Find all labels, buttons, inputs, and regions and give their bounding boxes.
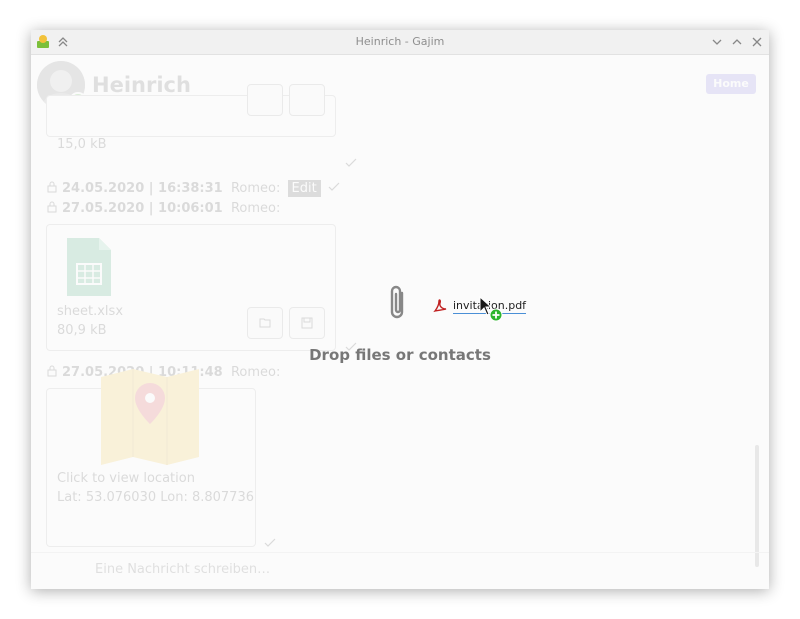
pdf-file-icon	[433, 299, 447, 313]
file-name[interactable]: sheet.xlsx	[57, 304, 123, 319]
message-text: Edit	[287, 180, 321, 197]
add-circle-icon	[489, 308, 503, 322]
close-icon[interactable]	[751, 36, 763, 48]
chevron-up-icon[interactable]	[731, 36, 743, 48]
resource-badge: Home	[706, 74, 756, 94]
message-timestamp: 24.05.2020 | 16:38:31	[62, 181, 223, 196]
message-input[interactable]: Eine Nachricht schreiben…	[95, 562, 270, 577]
paperclip-icon	[390, 285, 404, 319]
check-icon	[345, 158, 357, 167]
message-header: 27.05.2020 | 10:06:01 Romeo:	[47, 201, 280, 216]
file-card: sheet.xlsx 80,9 kB	[46, 224, 336, 351]
message-header: 24.05.2020 | 16:38:31 Romeo: Edit	[47, 180, 340, 197]
check-icon	[328, 182, 340, 191]
message-sender: Romeo:	[230, 181, 281, 196]
file-card	[46, 84, 336, 137]
location-hint[interactable]: Click to view location	[57, 471, 195, 486]
paperclip-icon[interactable]	[656, 588, 666, 589]
drop-zone-label: Drop files or contacts	[309, 346, 491, 364]
message-sender: Romeo:	[230, 365, 281, 380]
lock-icon	[47, 365, 57, 377]
chevron-down-icon[interactable]	[711, 36, 723, 48]
save-file-button[interactable]	[289, 307, 325, 339]
file-size: 80,9 kB	[57, 323, 107, 338]
save-icon	[301, 317, 313, 329]
lock-icon	[47, 201, 57, 213]
message-timestamp: 27.05.2020 | 10:06:01	[62, 201, 223, 216]
location-coordinates: Lat: 53.076030 Lon: 8.807736	[57, 490, 254, 505]
message-sender: Romeo:	[230, 201, 281, 216]
save-file-button[interactable]	[289, 84, 325, 116]
title-bar[interactable]: Heinrich - Gajim	[31, 30, 769, 55]
folder-icon	[259, 318, 271, 328]
chat-content: Heinrich Home 15,0 kB 24.05.2020 | 16:38…	[31, 55, 769, 589]
contact-name: Heinrich	[92, 73, 191, 97]
spreadsheet-file-icon[interactable]	[67, 238, 111, 296]
open-folder-button[interactable]	[247, 84, 283, 116]
file-size: 15,0 kB	[57, 137, 107, 152]
open-folder-button[interactable]	[247, 307, 283, 339]
check-icon	[264, 538, 276, 547]
lock-icon	[47, 181, 57, 193]
window-title: Heinrich - Gajim	[355, 35, 445, 48]
map-location-icon[interactable]	[101, 369, 199, 465]
scrollbar[interactable]	[755, 445, 759, 567]
